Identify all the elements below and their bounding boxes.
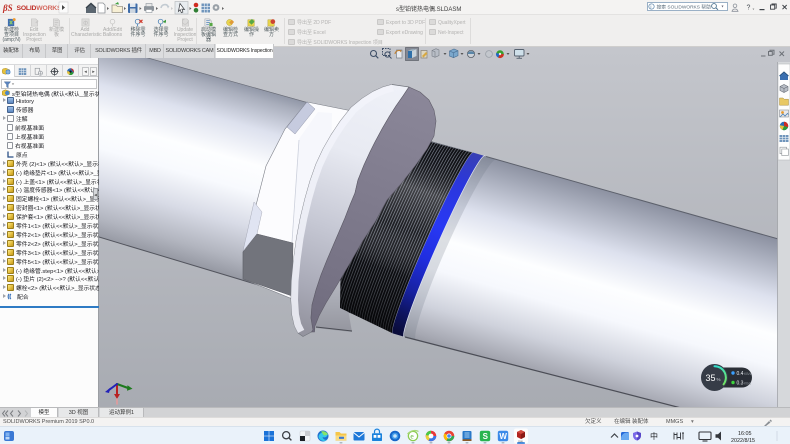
svg-text:βS: βS — [2, 3, 13, 13]
svg-text:KB/s: KB/s — [744, 372, 751, 376]
svg-text:0.4: 0.4 — [737, 371, 744, 377]
svg-text:16:05: 16:05 — [738, 431, 752, 437]
svg-text:0.3: 0.3 — [737, 381, 744, 387]
svg-text:35: 35 — [706, 373, 716, 383]
svg-text:W: W — [499, 432, 507, 441]
svg-text:KB/s: KB/s — [744, 382, 751, 386]
svg-text:搜索 SOLIDWORKS 帮助: 搜索 SOLIDWORKS 帮助 — [657, 3, 712, 10]
svg-text:中: 中 — [650, 431, 658, 441]
svg-text:?: ? — [747, 5, 751, 12]
svg-text:2022/8/15: 2022/8/15 — [731, 438, 755, 444]
svg-text:i: i — [650, 5, 651, 11]
svg-text:%: % — [717, 377, 721, 382]
svg-text:SOLIDWORKS: SOLIDWORKS — [17, 5, 63, 12]
svg-text:S: S — [483, 432, 489, 441]
svg-text:Φ: Φ — [83, 20, 88, 27]
